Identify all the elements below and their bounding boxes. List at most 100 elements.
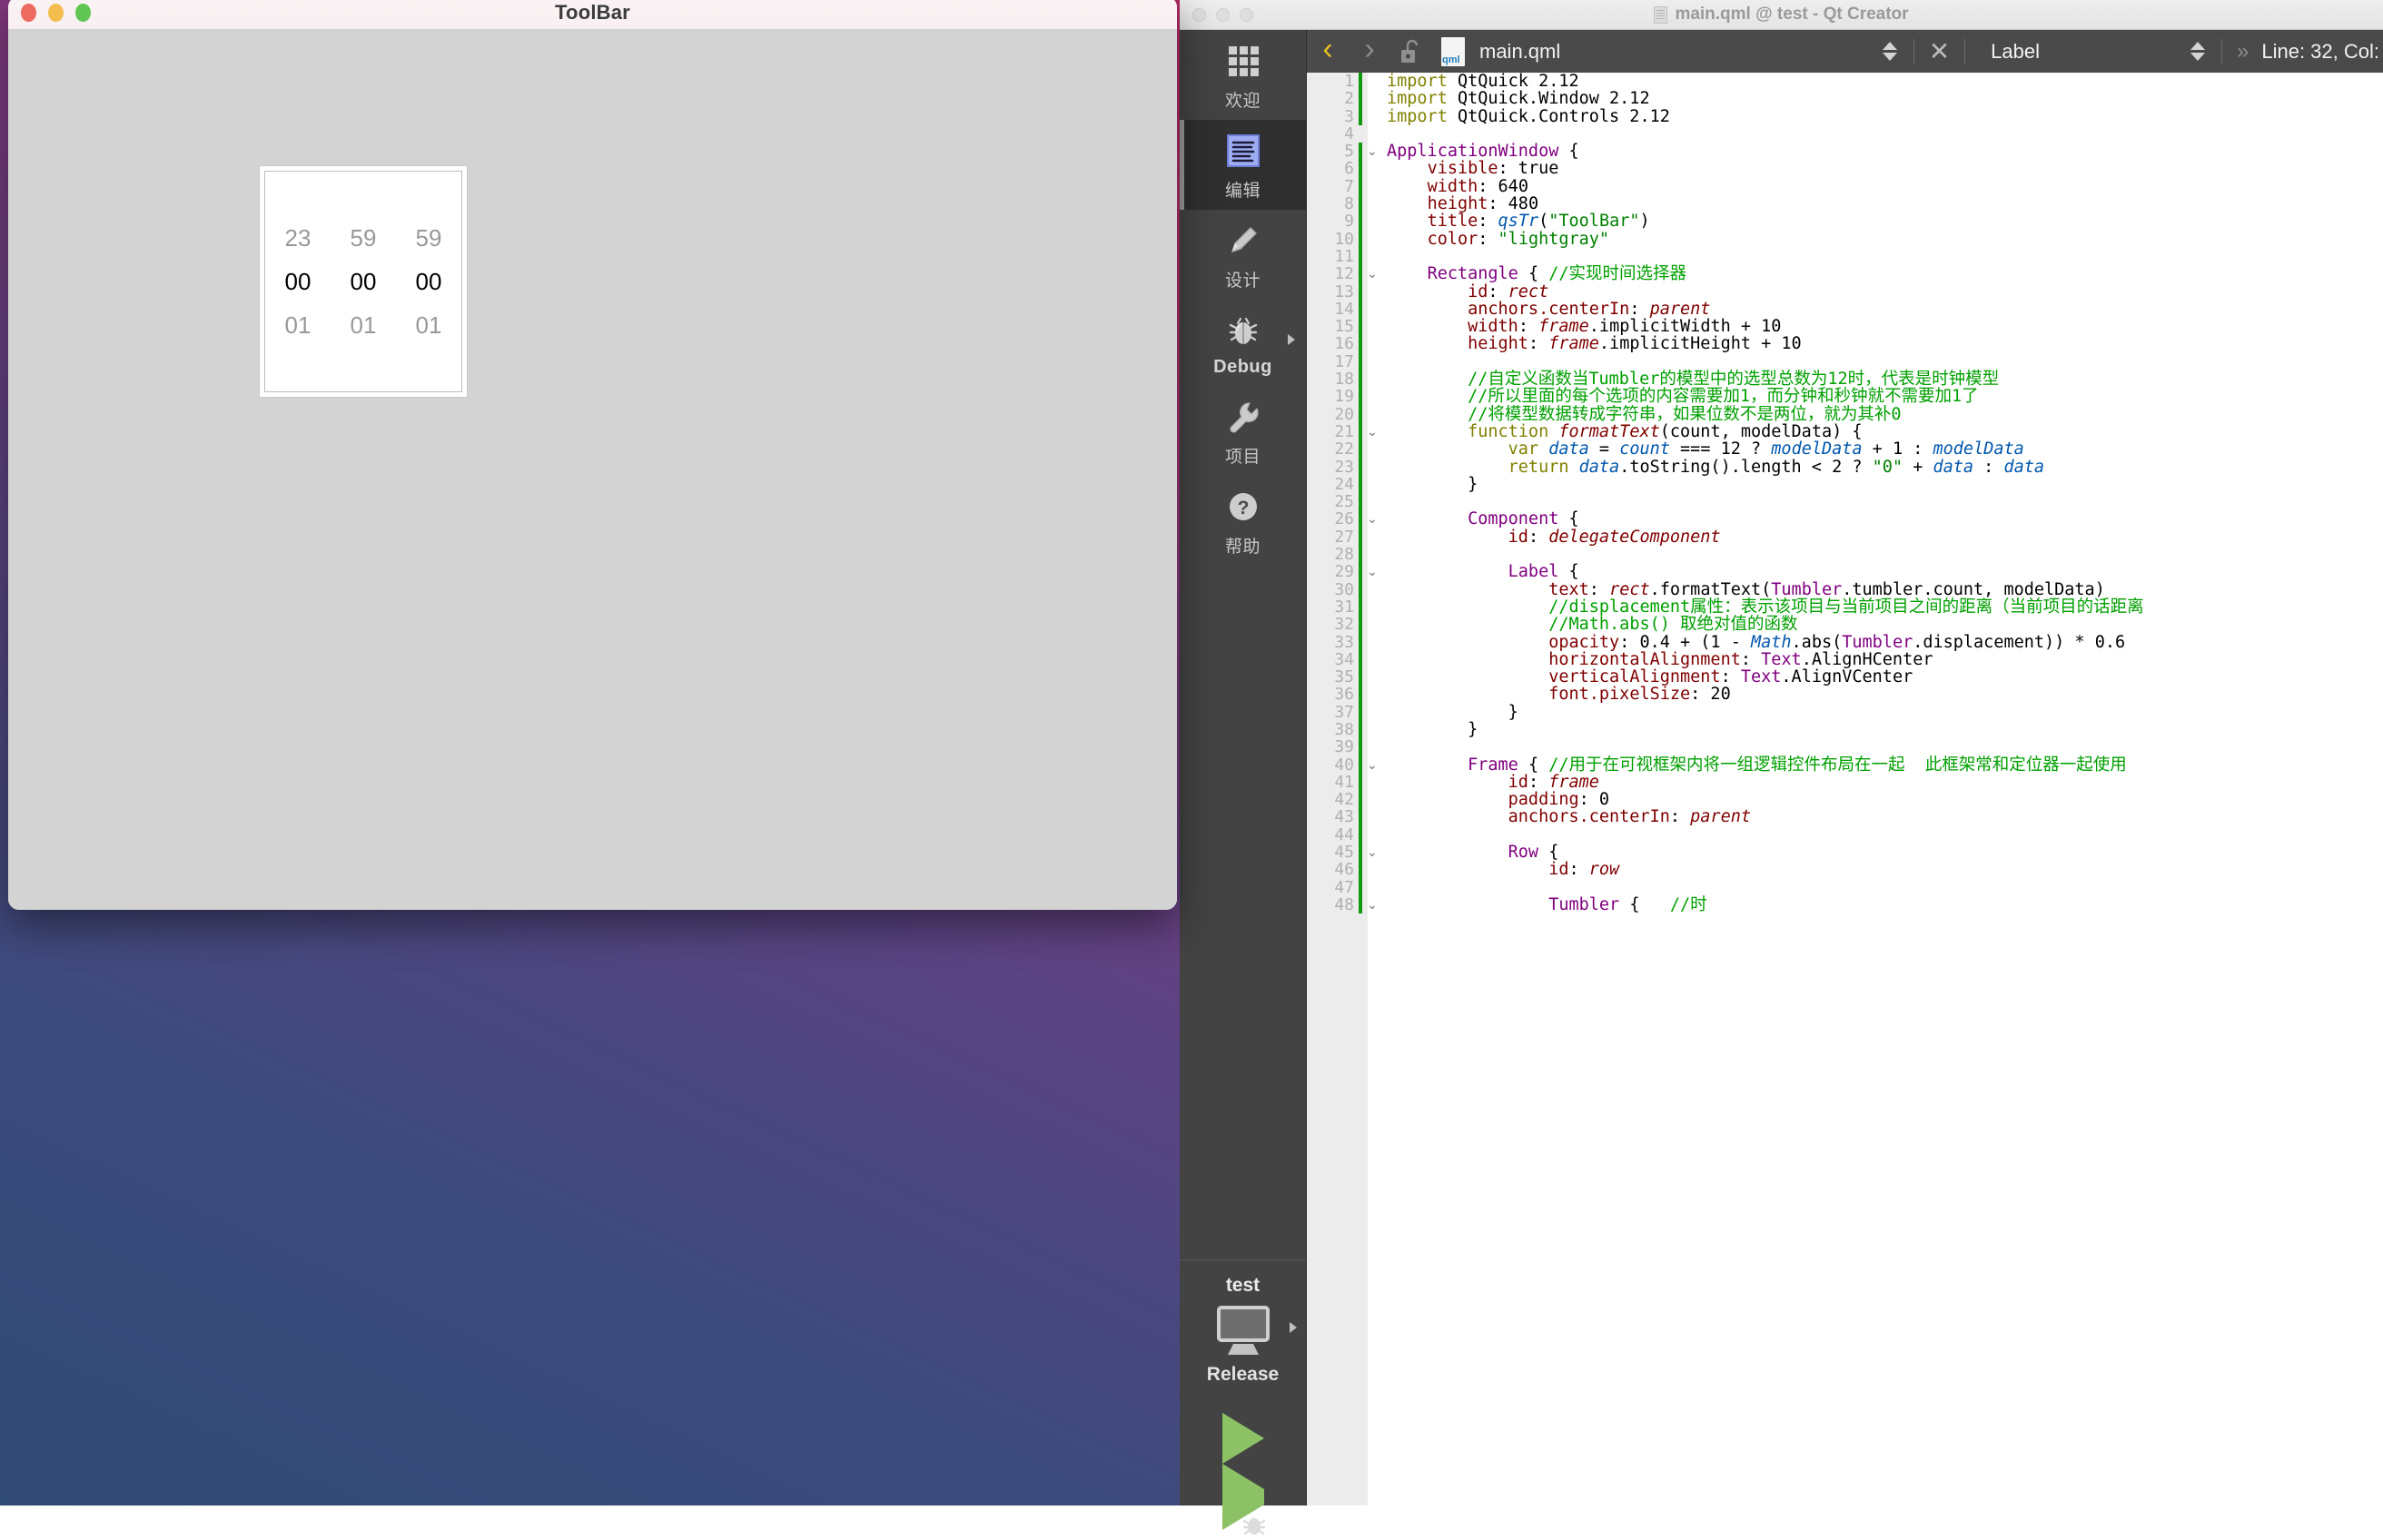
forward-icon[interactable]: › [1349, 30, 1390, 73]
code-line[interactable]: 35 verticalAlignment: Text.AlignVCenter [1307, 668, 2383, 686]
code-line[interactable]: 42 padding: 0 [1307, 791, 2383, 808]
close-icon[interactable] [21, 4, 36, 22]
fold-chevron-down-icon[interactable]: ⌄ [1365, 265, 1379, 282]
target-selector[interactable] [1180, 1300, 1306, 1362]
zoom-icon[interactable] [75, 4, 91, 22]
code-line[interactable]: 46 id: row [1307, 861, 2383, 878]
close-file-button[interactable]: ✕ [1923, 36, 1955, 66]
code-line[interactable]: 28 [1307, 546, 2383, 563]
code-line[interactable]: 20 //将模型数据转成字符串，如果位数不是两位，就为其补0 [1307, 406, 2383, 423]
code-line[interactable]: 30 text: rect.formatText(Tumbler.tumbler… [1307, 581, 2383, 598]
code-line[interactable]: 9 title: qsTr("ToolBar") [1307, 212, 2383, 230]
tumbler-item-below[interactable]: 01 [285, 303, 311, 347]
fold-chevron-down-icon[interactable]: ⌄ [1365, 896, 1379, 913]
kit-build-config[interactable]: Release [1180, 1362, 1306, 1400]
code-editor[interactable]: 1import QtQuick 2.122import QtQuick.Wind… [1307, 73, 2383, 1505]
kit-project-name[interactable]: test [1180, 1268, 1306, 1300]
code-line[interactable]: 44 [1307, 826, 2383, 844]
tumbler-column-seconds[interactable]: 590001 [396, 216, 461, 347]
overflow-icon[interactable]: » [2231, 39, 2254, 64]
tumbler-item-above[interactable]: 59 [351, 216, 377, 260]
tumbler-item-selected[interactable]: 00 [285, 260, 311, 303]
code-line[interactable]: 21⌄ function formatText(count, modelData… [1307, 423, 2383, 440]
tumbler-column-hours[interactable]: 230001 [265, 216, 331, 347]
code-line[interactable]: 45⌄ Row { [1307, 844, 2383, 861]
code-line[interactable]: 7 width: 640 [1307, 178, 2383, 195]
code-lines[interactable]: 1import QtQuick 2.122import QtQuick.Wind… [1307, 73, 2383, 913]
sidebar-item-help[interactable]: ? 帮助 [1180, 476, 1306, 566]
tumbler-item-selected[interactable]: 00 [351, 260, 377, 303]
tumbler-item-above[interactable]: 23 [285, 216, 311, 260]
code-line[interactable]: 43 anchors.centerIn: parent [1307, 808, 2383, 825]
chevron-right-icon[interactable] [1290, 1322, 1297, 1333]
tumbler-item-below[interactable]: 01 [416, 303, 442, 347]
back-icon[interactable]: ‹ [1307, 30, 1349, 73]
sidebar-item-debug[interactable]: Debug [1180, 300, 1306, 386]
minimize-icon[interactable] [48, 4, 64, 22]
symbol-stepper[interactable] [2183, 42, 2212, 61]
tumbler-item-above[interactable]: 59 [416, 216, 442, 260]
code-line[interactable]: 2import QtQuick.Window 2.12 [1307, 90, 2383, 107]
code-line[interactable]: 12⌄ Rectangle { //实现时间选择器 [1307, 265, 2383, 282]
code-line[interactable]: 26⌄ Component { [1307, 510, 2383, 528]
code-line[interactable]: 15 width: frame.implicitWidth + 10 [1307, 318, 2383, 335]
wrench-icon [1222, 396, 1264, 438]
fold-chevron-down-icon[interactable]: ⌄ [1365, 510, 1379, 528]
debug-button[interactable] [1180, 1476, 1306, 1505]
code-line[interactable]: 33 opacity: 0.4 + (1 - Math.abs(Tumbler.… [1307, 634, 2383, 651]
code-line[interactable]: 16 height: frame.implicitHeight + 10 [1307, 335, 2383, 352]
sidebar-item-edit[interactable]: 编辑 [1180, 120, 1306, 210]
tumbler-item-selected[interactable]: 00 [416, 260, 442, 303]
code-line[interactable]: 48⌄ Tumbler { //时 [1307, 896, 2383, 913]
code-line[interactable]: 10 color: "lightgray" [1307, 231, 2383, 248]
close-icon[interactable] [1192, 8, 1206, 22]
sidebar-item-welcome[interactable]: 欢迎 [1180, 30, 1306, 120]
app-traffic-lights[interactable] [21, 4, 91, 22]
code-line[interactable]: 37 } [1307, 704, 2383, 721]
code-line[interactable]: 4 [1307, 125, 2383, 143]
unlock-icon[interactable] [1390, 30, 1432, 73]
code-line[interactable]: 11 [1307, 248, 2383, 265]
code-line[interactable]: 32 //Math.abs() 取绝对值的函数 [1307, 616, 2383, 633]
sidebar-item-projects[interactable]: 项目 [1180, 386, 1306, 476]
code-line[interactable]: 34 horizontalAlignment: Text.AlignHCente… [1307, 651, 2383, 668]
code-line[interactable]: 17 [1307, 353, 2383, 370]
code-line[interactable]: 19 //所以里面的每个选项的内容需要加1，而分钟和秒钟就不需要加1了 [1307, 388, 2383, 405]
open-file-name[interactable]: main.qml [1474, 40, 1575, 64]
code-line[interactable]: 31 //displacement属性：表示该项目与当前项目之间的距离（当前项目… [1307, 598, 2383, 616]
fold-chevron-down-icon[interactable]: ⌄ [1365, 756, 1379, 774]
code-line[interactable]: 23 return data.toString().length < 2 ? "… [1307, 459, 2383, 476]
code-line[interactable]: 1import QtQuick 2.12 [1307, 73, 2383, 90]
fold-chevron-down-icon[interactable]: ⌄ [1365, 143, 1379, 160]
code-line[interactable]: 39 [1307, 738, 2383, 755]
zoom-icon[interactable] [1240, 8, 1253, 22]
code-line[interactable]: 47 [1307, 879, 2383, 896]
tumbler-column-minutes[interactable]: 590001 [331, 216, 396, 347]
code-line[interactable]: 5⌄ApplicationWindow { [1307, 143, 2383, 160]
fold-chevron-down-icon[interactable]: ⌄ [1365, 844, 1379, 861]
code-line[interactable]: 13 id: rect [1307, 283, 2383, 301]
code-line[interactable]: 40⌄ Frame { //用于在可视框架内将一组逻辑控件布局在一起 此框架常和… [1307, 756, 2383, 774]
code-line[interactable]: 25 [1307, 493, 2383, 510]
chevron-right-icon[interactable] [1288, 334, 1295, 345]
code-line[interactable]: 14 anchors.centerIn: parent [1307, 301, 2383, 318]
code-line[interactable]: 18 //自定义函数当Tumbler的模型中的选型总数为12时，代表是时钟模型 [1307, 370, 2383, 388]
tumbler-item-below[interactable]: 01 [351, 303, 377, 347]
fold-chevron-down-icon[interactable]: ⌄ [1365, 563, 1379, 580]
code-line[interactable]: 6 visible: true [1307, 160, 2383, 177]
minimize-icon[interactable] [1216, 8, 1230, 22]
code-line[interactable]: 22 var data = count === 12 ? modelData +… [1307, 440, 2383, 458]
code-line[interactable]: 24 } [1307, 476, 2383, 493]
fold-chevron-down-icon[interactable]: ⌄ [1365, 423, 1379, 440]
code-line[interactable]: 41 id: frame [1307, 774, 2383, 791]
code-line[interactable]: 8 height: 480 [1307, 195, 2383, 212]
qt-creator-traffic-lights[interactable] [1192, 8, 1253, 22]
code-line[interactable]: 29⌄ Label { [1307, 563, 2383, 580]
symbol-selector[interactable]: Label [1974, 40, 2056, 64]
file-list-stepper[interactable] [1875, 42, 1904, 61]
code-line[interactable]: 3import QtQuick.Controls 2.12 [1307, 108, 2383, 125]
sidebar-item-design[interactable]: 设计 [1180, 210, 1306, 300]
code-line[interactable]: 27 id: delegateComponent [1307, 528, 2383, 546]
code-line[interactable]: 36 font.pixelSize: 20 [1307, 686, 2383, 703]
code-line[interactable]: 38 } [1307, 721, 2383, 738]
